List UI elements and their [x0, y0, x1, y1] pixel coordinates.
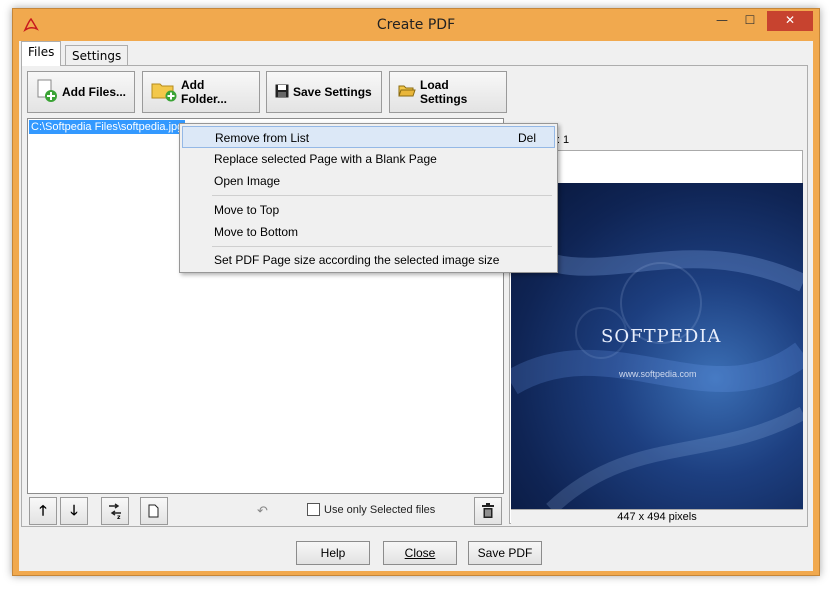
open-folder-icon — [398, 84, 416, 101]
use-selected-checkbox[interactable]: Use only Selected files — [307, 503, 435, 516]
maximize-button[interactable]: ☐ — [737, 11, 763, 31]
help-button[interactable]: Help — [296, 541, 370, 565]
client-area: Files Settings SOFTPEDIA Add Files... Ad… — [19, 41, 813, 571]
blank-page-button[interactable] — [140, 497, 168, 525]
menu-item-set-page-size[interactable]: Set PDF Page size according the selected… — [182, 249, 555, 271]
create-pdf-window: Create PDF — ☐ ✕ Files Settings SOFTPEDI… — [12, 8, 820, 576]
window-title: Create PDF — [376, 17, 456, 33]
undo-icon[interactable]: ↶ — [257, 504, 268, 519]
file-list-item[interactable]: C:\Softpedia Files\softpedia.jpg — [29, 120, 186, 134]
trash-icon — [482, 503, 494, 518]
save-settings-button[interactable]: Save Settings — [266, 71, 382, 113]
move-up-button[interactable]: 🡑 — [29, 497, 57, 525]
softpedia-logo-text: SOFTPEDIA — [601, 326, 722, 347]
svg-text:z: z — [117, 514, 121, 520]
move-down-button[interactable]: 🡓 — [60, 497, 88, 525]
menu-item-move-to-bottom[interactable]: Move to Bottom — [182, 221, 555, 243]
add-file-icon — [36, 79, 58, 106]
menu-item-move-to-top[interactable]: Move to Top — [182, 199, 555, 221]
add-folder-label: Add Folder... — [181, 78, 228, 106]
menu-item-remove-from-list[interactable]: Remove from List Del — [182, 126, 555, 148]
add-files-label: Add Files... — [62, 85, 127, 99]
add-folder-icon — [151, 80, 177, 105]
save-pdf-button[interactable]: Save PDF — [468, 541, 542, 565]
blank-page-icon — [148, 504, 159, 518]
arrow-up-icon: 🡑 — [39, 503, 47, 519]
menu-separator — [212, 195, 552, 196]
menu-item-shortcut: Del — [517, 131, 536, 145]
menu-item-open-image[interactable]: Open Image — [182, 170, 555, 192]
load-settings-button[interactable]: Load Settings — [389, 71, 507, 113]
tab-settings[interactable]: Settings — [65, 45, 129, 66]
arrow-down-icon: 🡓 — [70, 503, 78, 519]
close-window-button[interactable]: ✕ — [767, 11, 813, 31]
close-button[interactable]: Close — [383, 541, 457, 565]
context-menu: Remove from List Del Replace selected Pa… — [179, 123, 558, 273]
add-files-button[interactable]: Add Files... — [27, 71, 135, 113]
menu-item-label: Remove from List — [215, 131, 310, 145]
load-settings-label: Load Settings — [420, 78, 468, 106]
sort-az-icon: z — [109, 503, 121, 521]
menu-separator — [212, 246, 552, 247]
save-settings-label: Save Settings — [293, 85, 372, 99]
checkbox-box[interactable] — [307, 503, 320, 516]
use-selected-label: Use only Selected files — [324, 503, 436, 516]
image-size-caption: 447 x 494 pixels — [511, 509, 803, 525]
delete-button[interactable] — [474, 497, 502, 525]
menu-item-replace-with-blank[interactable]: Replace selected Page with a Blank Page — [182, 148, 555, 170]
add-folder-button[interactable]: Add Folder... — [142, 71, 260, 113]
sort-button[interactable]: z — [101, 497, 129, 525]
floppy-disk-icon — [275, 84, 289, 101]
title-bar[interactable]: Create PDF — ☐ ✕ — [13, 9, 819, 41]
dialog-button-bar: Help Close Save PDF — [19, 535, 813, 571]
softpedia-url-text: www.softpedia.com — [619, 369, 697, 379]
tab-files[interactable]: Files — [21, 41, 62, 66]
minimize-button[interactable]: — — [709, 11, 735, 31]
list-toolbar: 🡑 🡓 z ↶ Use only Selected files — [27, 494, 504, 526]
